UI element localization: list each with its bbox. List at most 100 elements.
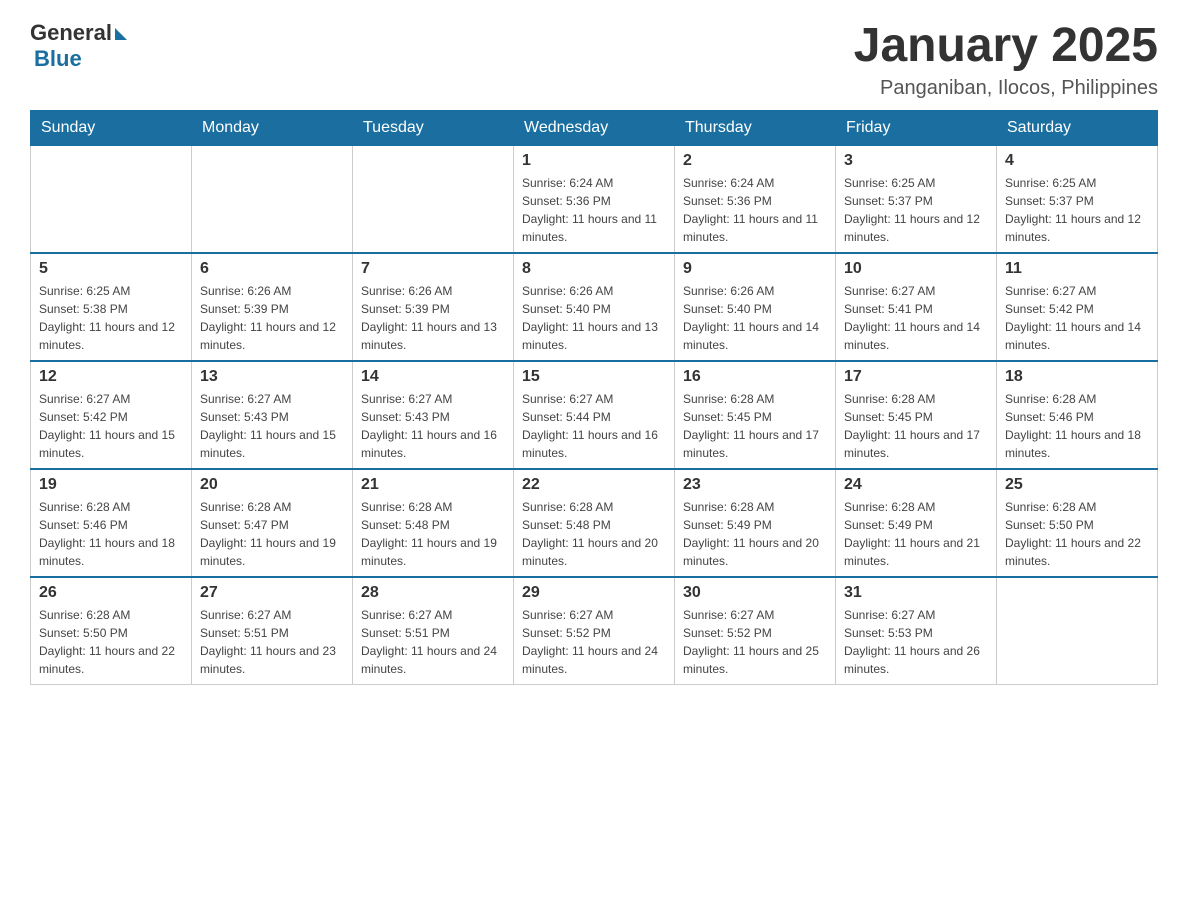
calendar-week-row: 1Sunrise: 6:24 AMSunset: 5:36 PMDaylight…: [31, 145, 1158, 253]
day-number: 12: [39, 368, 183, 386]
day-info: Sunrise: 6:26 AMSunset: 5:40 PMDaylight:…: [522, 282, 666, 354]
day-info: Sunrise: 6:27 AMSunset: 5:51 PMDaylight:…: [361, 606, 505, 678]
calendar-cell: 6 Sunrise: 6:26 AMSunset: 5:39 PMDaylight…: [192, 253, 353, 361]
title-section: January 2025 Panganiban, Ilocos, Philipp…: [854, 20, 1158, 100]
calendar-cell: 5 Sunrise: 6:25 AMSunset: 5:38 PMDaylight…: [31, 253, 192, 361]
day-info: Sunrise: 6:26 AMSunset: 5:40 PMDaylight:…: [683, 282, 827, 354]
day-info: Sunrise: 6:28 AMSunset: 5:49 PMDaylight:…: [844, 498, 988, 570]
column-header-monday: Monday: [192, 110, 353, 145]
day-number: 17: [844, 368, 988, 386]
calendar-cell: 24 Sunrise: 6:28 AMSunset: 5:49 PMDayligh…: [836, 469, 997, 577]
day-info: Sunrise: 6:28 AMSunset: 5:46 PMDaylight:…: [1005, 390, 1149, 462]
day-info: Sunrise: 6:27 AMSunset: 5:42 PMDaylight:…: [1005, 282, 1149, 354]
calendar-cell: 7 Sunrise: 6:26 AMSunset: 5:39 PMDaylight…: [353, 253, 514, 361]
day-info: Sunrise: 6:28 AMSunset: 5:50 PMDaylight:…: [1005, 498, 1149, 570]
calendar-cell: 8 Sunrise: 6:26 AMSunset: 5:40 PMDaylight…: [514, 253, 675, 361]
day-number: 7: [361, 260, 505, 278]
day-info: Sunrise: 6:27 AMSunset: 5:52 PMDaylight:…: [522, 606, 666, 678]
day-number: 8: [522, 260, 666, 278]
day-number: 9: [683, 260, 827, 278]
day-info: Sunrise: 6:27 AMSunset: 5:52 PMDaylight:…: [683, 606, 827, 678]
day-number: 10: [844, 260, 988, 278]
day-info: Sunrise: 6:28 AMSunset: 5:45 PMDaylight:…: [683, 390, 827, 462]
day-number: 21: [361, 476, 505, 494]
day-number: 14: [361, 368, 505, 386]
day-info: Sunrise: 6:27 AMSunset: 5:43 PMDaylight:…: [200, 390, 344, 462]
calendar-cell: 2 Sunrise: 6:24 AMSunset: 5:36 PMDaylight…: [675, 145, 836, 253]
day-info: Sunrise: 6:28 AMSunset: 5:47 PMDaylight:…: [200, 498, 344, 570]
day-number: 2: [683, 152, 827, 170]
day-number: 19: [39, 476, 183, 494]
calendar-cell: [192, 145, 353, 253]
column-header-wednesday: Wednesday: [514, 110, 675, 145]
calendar-cell: 26 Sunrise: 6:28 AMSunset: 5:50 PMDayligh…: [31, 577, 192, 685]
calendar-cell: 17Sunrise: 6:28 AMSunset: 5:45 PMDayligh…: [836, 361, 997, 469]
column-header-saturday: Saturday: [997, 110, 1158, 145]
day-info: Sunrise: 6:27 AMSunset: 5:53 PMDaylight:…: [844, 606, 988, 678]
calendar-table: SundayMondayTuesdayWednesdayThursdayFrid…: [30, 110, 1158, 685]
day-info: Sunrise: 6:24 AMSunset: 5:36 PMDaylight:…: [522, 174, 666, 246]
day-info: Sunrise: 6:28 AMSunset: 5:48 PMDaylight:…: [522, 498, 666, 570]
calendar-cell: 29 Sunrise: 6:27 AMSunset: 5:52 PMDayligh…: [514, 577, 675, 685]
calendar-title: January 2025: [854, 20, 1158, 73]
day-info: Sunrise: 6:27 AMSunset: 5:42 PMDaylight:…: [39, 390, 183, 462]
day-number: 31: [844, 584, 988, 602]
calendar-cell: 3 Sunrise: 6:25 AMSunset: 5:37 PMDaylight…: [836, 145, 997, 253]
column-header-tuesday: Tuesday: [353, 110, 514, 145]
day-number: 5: [39, 260, 183, 278]
calendar-cell: 13Sunrise: 6:27 AMSunset: 5:43 PMDayligh…: [192, 361, 353, 469]
day-number: 28: [361, 584, 505, 602]
column-header-friday: Friday: [836, 110, 997, 145]
day-number: 25: [1005, 476, 1149, 494]
day-number: 23: [683, 476, 827, 494]
calendar-cell: 11 Sunrise: 6:27 AMSunset: 5:42 PMDayligh…: [997, 253, 1158, 361]
calendar-cell: 31 Sunrise: 6:27 AMSunset: 5:53 PMDayligh…: [836, 577, 997, 685]
day-number: 6: [200, 260, 344, 278]
calendar-cell: 14 Sunrise: 6:27 AMSunset: 5:43 PMDayligh…: [353, 361, 514, 469]
calendar-cell: [31, 145, 192, 253]
day-number: 3: [844, 152, 988, 170]
day-number: 22: [522, 476, 666, 494]
column-header-thursday: Thursday: [675, 110, 836, 145]
day-number: 15: [522, 368, 666, 386]
calendar-cell: [997, 577, 1158, 685]
day-info: Sunrise: 6:26 AMSunset: 5:39 PMDaylight:…: [200, 282, 344, 354]
day-info: Sunrise: 6:27 AMSunset: 5:44 PMDaylight:…: [522, 390, 666, 462]
day-number: 29: [522, 584, 666, 602]
day-number: 26: [39, 584, 183, 602]
calendar-cell: 15 Sunrise: 6:27 AMSunset: 5:44 PMDayligh…: [514, 361, 675, 469]
day-number: 18: [1005, 368, 1149, 386]
day-number: 24: [844, 476, 988, 494]
calendar-cell: [353, 145, 514, 253]
day-info: Sunrise: 6:24 AMSunset: 5:36 PMDaylight:…: [683, 174, 827, 246]
day-number: 30: [683, 584, 827, 602]
day-info: Sunrise: 6:27 AMSunset: 5:43 PMDaylight:…: [361, 390, 505, 462]
day-number: 27: [200, 584, 344, 602]
calendar-cell: 22 Sunrise: 6:28 AMSunset: 5:48 PMDayligh…: [514, 469, 675, 577]
calendar-cell: 10Sunrise: 6:27 AMSunset: 5:41 PMDayligh…: [836, 253, 997, 361]
calendar-cell: 21Sunrise: 6:28 AMSunset: 5:48 PMDayligh…: [353, 469, 514, 577]
day-info: Sunrise: 6:25 AMSunset: 5:38 PMDaylight:…: [39, 282, 183, 354]
day-number: 11: [1005, 260, 1149, 278]
calendar-week-row: 5 Sunrise: 6:25 AMSunset: 5:38 PMDaylight…: [31, 253, 1158, 361]
calendar-subtitle: Panganiban, Ilocos, Philippines: [854, 77, 1158, 100]
calendar-week-row: 12 Sunrise: 6:27 AMSunset: 5:42 PMDayligh…: [31, 361, 1158, 469]
day-info: Sunrise: 6:25 AMSunset: 5:37 PMDaylight:…: [1005, 174, 1149, 246]
calendar-cell: 18 Sunrise: 6:28 AMSunset: 5:46 PMDayligh…: [997, 361, 1158, 469]
day-number: 20: [200, 476, 344, 494]
calendar-cell: 28 Sunrise: 6:27 AMSunset: 5:51 PMDayligh…: [353, 577, 514, 685]
day-info: Sunrise: 6:25 AMSunset: 5:37 PMDaylight:…: [844, 174, 988, 246]
day-info: Sunrise: 6:27 AMSunset: 5:51 PMDaylight:…: [200, 606, 344, 678]
calendar-cell: 9 Sunrise: 6:26 AMSunset: 5:40 PMDaylight…: [675, 253, 836, 361]
logo-blue-text: Blue: [34, 46, 82, 72]
calendar-cell: 4Sunrise: 6:25 AMSunset: 5:37 PMDaylight…: [997, 145, 1158, 253]
day-info: Sunrise: 6:26 AMSunset: 5:39 PMDaylight:…: [361, 282, 505, 354]
calendar-cell: 16Sunrise: 6:28 AMSunset: 5:45 PMDayligh…: [675, 361, 836, 469]
day-info: Sunrise: 6:28 AMSunset: 5:50 PMDaylight:…: [39, 606, 183, 678]
calendar-cell: 12 Sunrise: 6:27 AMSunset: 5:42 PMDayligh…: [31, 361, 192, 469]
calendar-cell: 30 Sunrise: 6:27 AMSunset: 5:52 PMDayligh…: [675, 577, 836, 685]
column-header-sunday: Sunday: [31, 110, 192, 145]
calendar-cell: 25 Sunrise: 6:28 AMSunset: 5:50 PMDayligh…: [997, 469, 1158, 577]
day-info: Sunrise: 6:28 AMSunset: 5:49 PMDaylight:…: [683, 498, 827, 570]
calendar-cell: 27 Sunrise: 6:27 AMSunset: 5:51 PMDayligh…: [192, 577, 353, 685]
